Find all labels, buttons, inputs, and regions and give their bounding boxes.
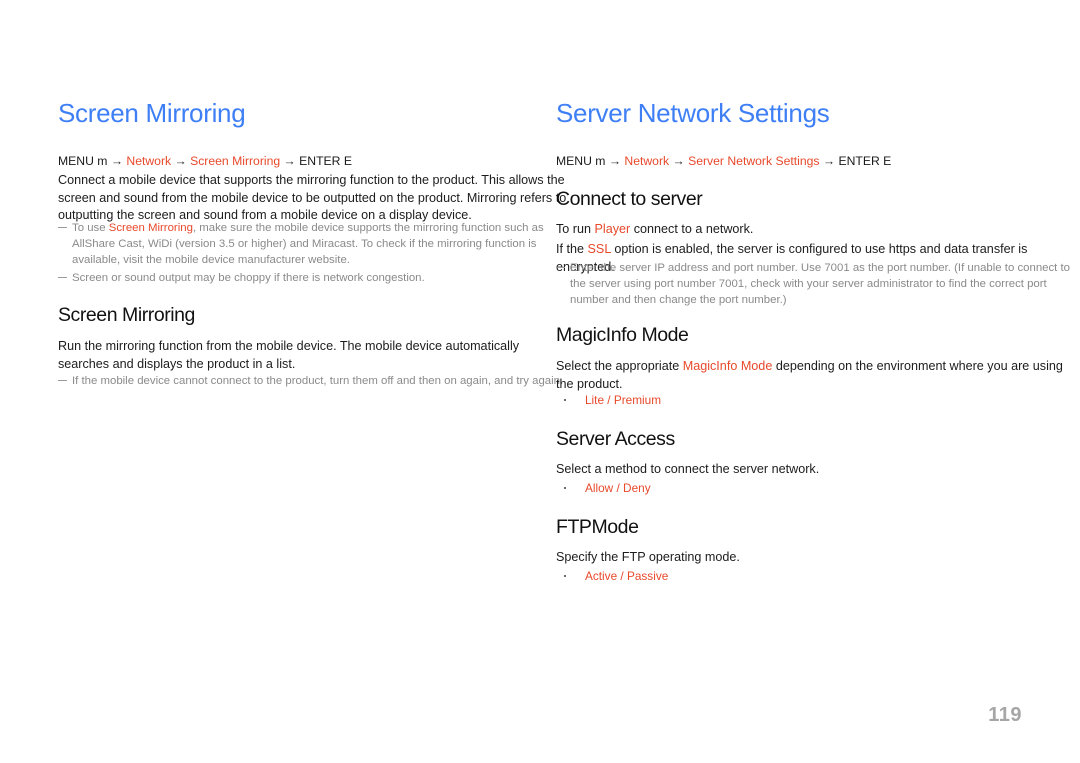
enter-key-glyph: E xyxy=(343,154,352,168)
right-column-title: Server Network Settings xyxy=(556,98,830,128)
note-2-text: Screen or sound output may be choppy if … xyxy=(72,272,425,284)
left-intro-paragraph: Connect a mobile device that supports th… xyxy=(58,173,567,222)
ftp-mode-body: Specify the FTP operating mode. xyxy=(556,550,740,564)
menu-arrow-2: → xyxy=(669,154,689,168)
magicinfo-mode-options[interactable]: Lite / Premium xyxy=(556,392,661,408)
magicinfo-body-pre: Select the appropriate xyxy=(556,359,683,373)
run-player-pre: To run xyxy=(556,222,595,236)
player-accent: Player xyxy=(594,222,631,236)
menu-item-network: Network xyxy=(126,154,172,168)
left-note-2: Screen or sound output may be choppy if … xyxy=(58,270,584,286)
menu-key-glyph: m xyxy=(97,154,108,168)
left-subsection-body: Run the mirroring function from the mobi… xyxy=(58,339,520,371)
menu-arrow-3: → xyxy=(280,154,300,168)
ssl-pre: If the xyxy=(556,242,588,256)
menu-arrow-1: → xyxy=(605,154,625,168)
connect-to-server-note: Enter the server IP address and port num… xyxy=(556,260,1080,308)
note-1-pre: To use xyxy=(72,222,109,234)
server-network-settings-heading: Server Network Settings xyxy=(556,98,830,128)
option-active[interactable]: Active xyxy=(585,569,617,583)
menu-item-server-network-settings: Server Network Settings xyxy=(688,154,820,168)
option-separator: / xyxy=(613,481,624,495)
menu-enter-label: ENTER xyxy=(838,154,884,168)
connect-to-server-title: Connect to server xyxy=(556,187,703,211)
ftp-mode-options[interactable]: Active / Passive xyxy=(556,568,668,584)
right-menu-path: MENU m → Network → Server Network Settin… xyxy=(556,153,891,169)
left-subsection-title: Screen Mirroring xyxy=(58,303,195,327)
magicinfo-mode-title: MagicInfo Mode xyxy=(556,323,689,347)
option-allow[interactable]: Allow xyxy=(585,481,613,495)
option-passive[interactable]: Passive xyxy=(627,569,668,583)
page-number: 119 xyxy=(988,704,1022,726)
screen-mirroring-subheading: Screen Mirroring xyxy=(58,304,195,326)
manual-page: Screen Mirroring MENU m → Network → Scre… xyxy=(0,0,1080,763)
connect-to-server-line-1: To run Player connect to a network. xyxy=(556,221,1068,239)
menu-arrow-3: → xyxy=(819,154,839,168)
ssl-accent: SSL xyxy=(587,242,611,256)
left-menu-path: MENU m → Network → Screen Mirroring → EN… xyxy=(58,153,352,169)
server-access-title: Server Access xyxy=(556,427,675,451)
menu-enter-label: ENTER xyxy=(299,154,344,168)
magicinfo-mode-heading: MagicInfo Mode xyxy=(556,324,689,346)
left-column-title: Screen Mirroring xyxy=(58,98,246,128)
menu-item-network: Network xyxy=(624,154,670,168)
ftp-mode-heading: FTPMode xyxy=(556,516,639,538)
menu-arrow-2: → xyxy=(171,154,191,168)
option-deny[interactable]: Deny xyxy=(623,481,651,495)
menu-key-glyph: m xyxy=(595,154,606,168)
note-1-accent: Screen Mirroring xyxy=(108,222,193,234)
option-lite[interactable]: Lite xyxy=(585,393,604,407)
option-separator: / xyxy=(604,393,614,407)
left-note-1: To use Screen Mirroring, make sure the m… xyxy=(58,220,584,268)
magicinfo-mode-body: Select the appropriate MagicInfo Mode de… xyxy=(556,358,1068,393)
left-subsection-note: If the mobile device cannot connect to t… xyxy=(58,373,584,389)
server-access-heading: Server Access xyxy=(556,428,675,450)
menu-arrow-1: → xyxy=(107,154,127,168)
server-access-body: Select a method to connect the server ne… xyxy=(556,462,820,476)
enter-key-glyph: E xyxy=(883,154,892,168)
connect-to-server-heading: Connect to server xyxy=(556,188,703,210)
server-access-options[interactable]: Allow / Deny xyxy=(556,480,651,496)
magicinfo-mode-accent: MagicInfo Mode xyxy=(682,359,773,373)
run-player-post: connect to a network. xyxy=(630,222,754,236)
ftp-mode-title: FTPMode xyxy=(556,515,639,539)
menu-prefix: MENU xyxy=(556,154,596,168)
option-premium[interactable]: Premium xyxy=(614,393,661,407)
menu-prefix: MENU xyxy=(58,154,98,168)
option-separator: / xyxy=(617,569,627,583)
screen-mirroring-heading: Screen Mirroring xyxy=(58,98,246,128)
menu-item-screen-mirroring: Screen Mirroring xyxy=(190,154,281,168)
